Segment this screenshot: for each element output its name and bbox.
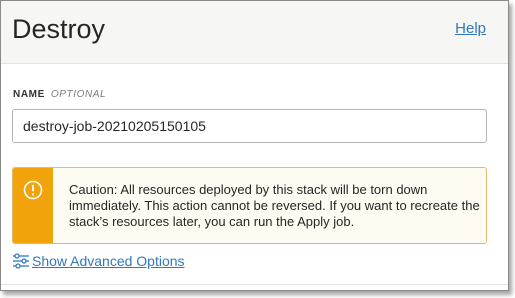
optional-label: OPTIONAL	[50, 89, 107, 100]
exclamation-circle-icon	[23, 180, 43, 200]
name-input[interactable]	[12, 109, 487, 143]
help-link[interactable]: Help	[455, 20, 486, 37]
page-title: Destroy	[12, 14, 106, 44]
name-field-label: NAME OPTIONAL	[13, 89, 106, 100]
sliders-icon	[13, 253, 29, 269]
divider	[1, 284, 508, 285]
show-advanced-options-label: Show Advanced Options	[32, 253, 185, 269]
show-advanced-options-link[interactable]: Show Advanced Options	[12, 252, 185, 270]
destroy-panel: Destroy Help NAME OPTIONAL Caution: All r…	[0, 0, 509, 291]
name-label-text: NAME	[13, 89, 45, 100]
panel-header: Destroy Help	[1, 1, 508, 64]
caution-accent-bar	[13, 168, 53, 243]
caution-banner: Caution: All resources deployed by this …	[12, 167, 487, 244]
caution-message: Caution: All resources deployed by this …	[69, 182, 480, 229]
